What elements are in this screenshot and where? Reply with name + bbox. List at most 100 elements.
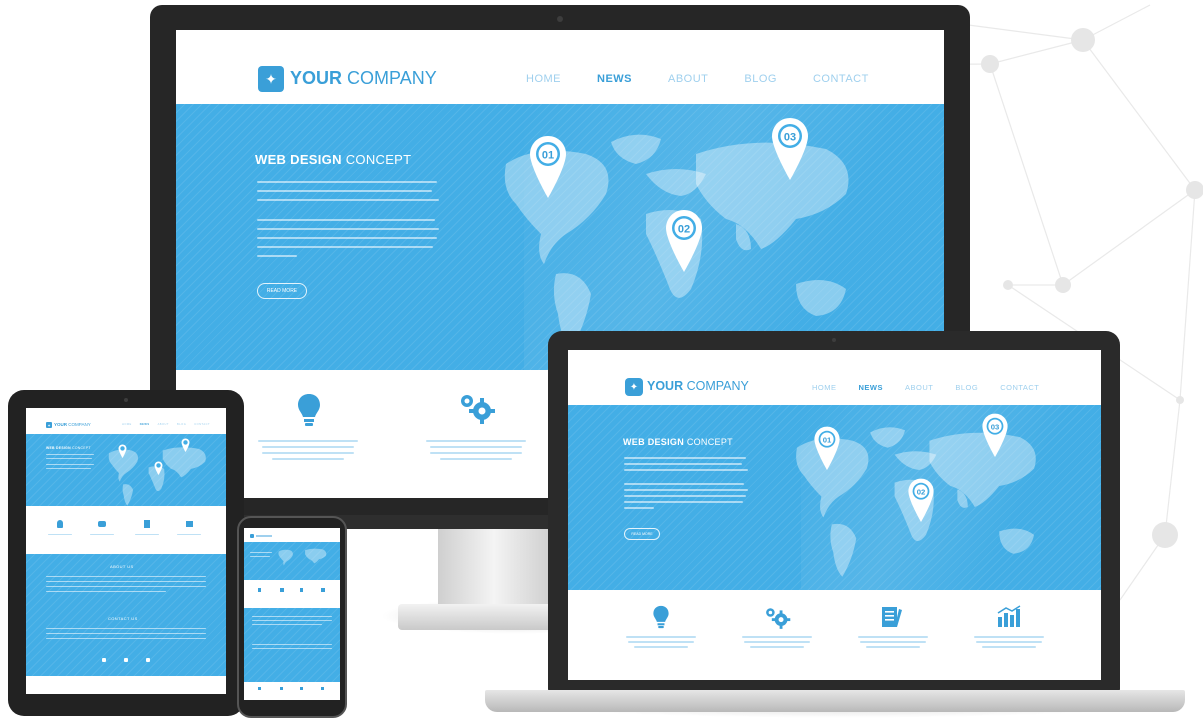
tablet-about-text-line [46, 581, 206, 582]
laptop-feature-text-line [860, 641, 926, 643]
laptop-nav-menu: HOME NEWS ABOUT BLOG CONTACT [812, 383, 1039, 392]
laptop-feature-text-line [750, 646, 804, 648]
phone-text-line [252, 616, 332, 617]
phone-website [244, 528, 340, 700]
phone-text-line [252, 648, 332, 649]
laptop-feature-text-line [974, 636, 1044, 638]
phone-footer-icon [258, 687, 261, 690]
tablet-nav-menu: HOME NEWS ABOUT BLOG CONTACT [122, 423, 210, 426]
feature-text-line [440, 458, 512, 460]
laptop-map-pin-03[interactable]: 03 [981, 412, 1009, 460]
nav-home[interactable]: HOME [526, 73, 561, 85]
laptop-hero-text-line [624, 469, 748, 471]
tablet-hero-text-line [46, 464, 94, 465]
map-pin-03[interactable]: 03 [770, 116, 810, 184]
feature-text-line [262, 446, 354, 448]
hero-text-line [257, 237, 437, 239]
tablet-logo-name-rest: COMPANY [68, 422, 91, 427]
logo-icon[interactable]: ✦ [258, 66, 284, 92]
phone-logo-icon[interactable] [250, 534, 254, 538]
laptop-pin-label-03: 03 [991, 422, 1000, 431]
laptop-nav-about[interactable]: ABOUT [905, 383, 933, 392]
laptop-nav-news[interactable]: NEWS [859, 383, 884, 392]
laptop-feature-text-line [976, 641, 1042, 643]
lightbulb-icon [298, 394, 320, 426]
nav-news[interactable]: NEWS [597, 73, 632, 85]
gears-icon [766, 608, 791, 629]
hero-text-line [257, 228, 439, 230]
laptop-camera [832, 338, 836, 342]
read-more-button[interactable]: READ MORE [257, 283, 307, 299]
tablet-logo-icon[interactable]: ✦ [46, 422, 52, 428]
tablet-nav-news[interactable]: NEWS [140, 423, 150, 426]
bar-chart-icon [321, 588, 325, 592]
phone-about-contact [244, 608, 340, 682]
tablet-about-text-line [46, 586, 206, 587]
nav-menu: HOME NEWS ABOUT BLOG CONTACT [526, 73, 869, 85]
hero-text-line [257, 190, 432, 192]
laptop-logo-icon[interactable]: ✦ [625, 378, 643, 396]
tablet-hero-title-bold: WEB DESIGN [46, 446, 71, 450]
laptop-logo-name-rest: COMPANY [686, 379, 749, 393]
document-icon [882, 607, 902, 627]
tablet-nav-blog[interactable]: BLOG [177, 423, 186, 426]
tablet-map-pin-02[interactable] [154, 461, 163, 476]
tablet-nav-contact[interactable]: CONTACT [194, 423, 210, 426]
lightbulb-icon [57, 520, 63, 528]
laptop-hero-title-bold: WEB DESIGN [623, 437, 685, 447]
tablet-website: ✦ YOUR COMPANY HOME NEWS ABOUT BLOG CONT… [26, 408, 226, 694]
social-icon[interactable] [102, 658, 106, 662]
hero-text-line [257, 255, 297, 257]
nav-about[interactable]: ABOUT [668, 73, 708, 85]
tablet-map-pin-03[interactable] [181, 438, 190, 453]
phone-footer-icon [321, 687, 324, 690]
hero-text-line [257, 181, 437, 183]
laptop-feature-text-line [626, 636, 696, 638]
logo-name-bold: YOUR [290, 68, 343, 88]
tablet-contact-text-line [46, 633, 206, 634]
gears-icon [280, 588, 284, 592]
laptop-site-header: ✦ YOUR COMPANY HOME NEWS ABOUT BLOG CONT… [568, 350, 1101, 405]
phone-hero-text-line [250, 552, 272, 553]
laptop-nav-contact[interactable]: CONTACT [1000, 383, 1039, 392]
tablet-features [26, 506, 226, 554]
pin-label-01: 01 [542, 150, 554, 162]
map-pin-02[interactable]: 02 [664, 208, 704, 276]
laptop-read-more-button[interactable]: READ MORE [624, 528, 660, 540]
map-pin-01[interactable]: 01 [528, 134, 568, 202]
hero-text-line [257, 219, 435, 221]
tablet-logo-text[interactable]: YOUR COMPANY [54, 422, 91, 427]
laptop-hero-title: WEB DESIGN CONCEPT [623, 437, 733, 447]
laptop-feature-text-line [866, 646, 920, 648]
laptop-nav-home[interactable]: HOME [812, 383, 837, 392]
tablet-map-pin-01[interactable] [118, 444, 127, 459]
tablet-about-contact: ABOUT US CONTACT US [26, 554, 226, 676]
nav-contact[interactable]: CONTACT [813, 73, 869, 85]
social-icon[interactable] [124, 658, 128, 662]
hero-text-line [257, 246, 433, 248]
social-icon[interactable] [146, 658, 150, 662]
logo-text[interactable]: YOUR COMPANY [290, 68, 437, 89]
lightbulb-icon [653, 605, 669, 629]
document-icon [300, 588, 303, 592]
laptop-map-pin-01[interactable]: 01 [813, 425, 841, 473]
laptop-hero-text-line [624, 457, 746, 459]
laptop-logo-text[interactable]: YOUR COMPANY [647, 379, 749, 393]
laptop-nav-blog[interactable]: BLOG [955, 383, 978, 392]
tablet-nav-about[interactable]: ABOUT [158, 423, 169, 426]
laptop-map-pin-02[interactable]: 02 [907, 477, 935, 525]
feature-text-line [272, 458, 344, 460]
laptop-hero-title-rest: CONCEPT [686, 437, 733, 447]
tablet-site-header: ✦ YOUR COMPANY HOME NEWS ABOUT BLOG CONT… [26, 408, 226, 434]
laptop-hero-text-line [624, 483, 744, 485]
phone-logo-text[interactable] [256, 535, 272, 537]
hero-title-rest: CONCEPT [345, 152, 412, 167]
tablet-hero-title-rest: CONCEPT [72, 446, 91, 450]
tablet-about-text-line [46, 591, 166, 592]
laptop-pin-label-02: 02 [917, 487, 926, 496]
nav-blog[interactable]: BLOG [744, 73, 777, 85]
contact-us-heading: CONTACT US [108, 616, 138, 621]
tablet-nav-home[interactable]: HOME [122, 423, 132, 426]
laptop-features-section [568, 590, 1101, 680]
tablet-hero-text-line [46, 468, 91, 469]
